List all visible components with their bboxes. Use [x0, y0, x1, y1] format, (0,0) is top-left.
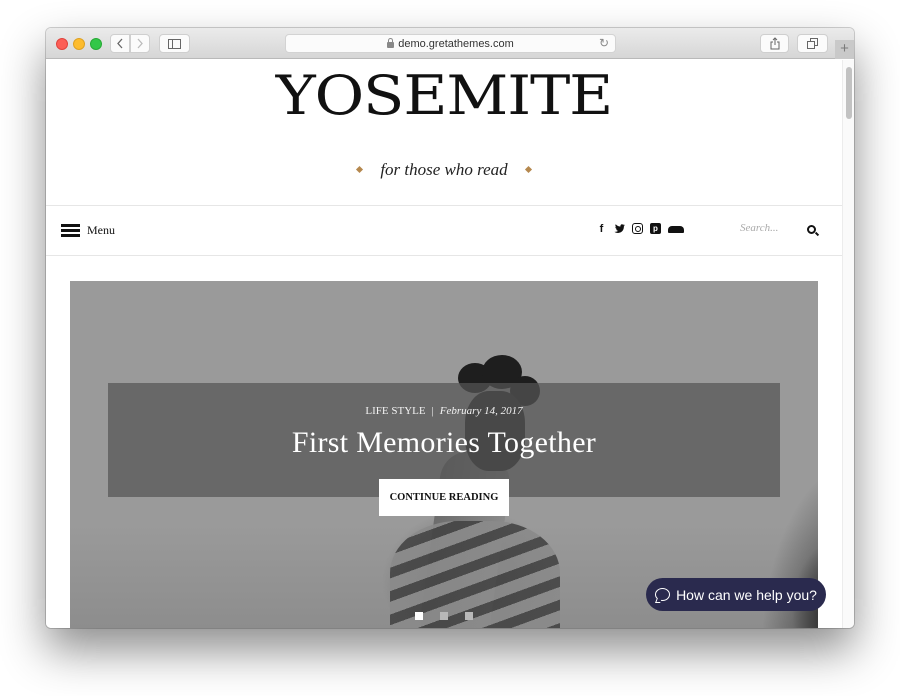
menu-label[interactable]: Menu — [87, 223, 115, 238]
site-title[interactable]: YOSEMITE — [46, 64, 842, 127]
pinterest-icon[interactable]: p — [650, 223, 661, 234]
facebook-icon[interactable]: f — [596, 223, 607, 235]
tabs-icon — [807, 38, 818, 49]
search-icon[interactable] — [807, 225, 816, 234]
slider-pagination — [415, 612, 473, 620]
maximize-window-button[interactable] — [90, 38, 102, 50]
minimize-window-button[interactable] — [73, 38, 85, 50]
scrollbar-thumb[interactable] — [846, 67, 852, 119]
twitter-icon[interactable] — [614, 223, 625, 234]
address-text: demo.gretathemes.com — [398, 37, 514, 50]
slide-dot-3[interactable] — [465, 612, 473, 620]
slide-dot-2[interactable] — [440, 612, 448, 620]
browser-toolbar: demo.gretathemes.com ↻ + — [46, 28, 854, 59]
back-button[interactable] — [110, 34, 130, 53]
site-tagline: for those who read — [46, 160, 842, 180]
web-page: YOSEMITE for those who read Menu f p Sea… — [46, 60, 842, 628]
lock-icon — [387, 38, 395, 48]
share-button[interactable] — [760, 34, 789, 53]
featured-slider: LIFE STYLE | February 14, 2017 First Memor… — [70, 281, 818, 628]
help-chat-label: How can we help you? — [676, 586, 817, 603]
chevron-left-icon — [117, 38, 123, 49]
show-tabs-button[interactable] — [797, 34, 828, 53]
page-scrollbar[interactable] — [842, 60, 854, 628]
continue-reading-button[interactable]: CONTINUE READING — [379, 479, 509, 516]
slide-dot-1[interactable] — [415, 612, 423, 620]
sidebar-icon — [168, 38, 181, 49]
search-input[interactable] — [740, 222, 800, 234]
chat-bubble-icon — [655, 588, 671, 601]
post-date: February 14, 2017 — [439, 405, 523, 417]
help-chat-button[interactable]: How can we help you? — [646, 578, 826, 611]
social-links: f p — [596, 223, 684, 235]
post-meta: LIFE STYLE | February 14, 2017 — [70, 405, 818, 417]
new-tab-button[interactable]: + — [835, 40, 854, 59]
share-icon — [770, 37, 779, 50]
address-bar[interactable]: demo.gretathemes.com ↻ — [285, 34, 616, 53]
instagram-icon[interactable] — [632, 223, 643, 234]
sidebar-toggle-button[interactable] — [159, 34, 190, 53]
close-window-button[interactable] — [56, 38, 68, 50]
reload-icon[interactable]: ↻ — [599, 36, 609, 50]
post-category[interactable]: LIFE STYLE — [365, 405, 425, 417]
tagline-text: for those who read — [380, 160, 508, 179]
soundcloud-icon[interactable] — [668, 226, 684, 233]
forward-button[interactable] — [130, 34, 150, 53]
hamburger-menu-icon[interactable] — [61, 224, 80, 237]
diamond-icon — [524, 166, 532, 174]
main-navbar: Menu f p — [46, 205, 842, 256]
chevron-right-icon — [137, 38, 143, 49]
post-title[interactable]: First Memories Together — [70, 426, 818, 460]
browser-window: demo.gretathemes.com ↻ + YOSEMITE for th… — [46, 28, 854, 628]
meta-separator: | — [431, 405, 434, 417]
diamond-icon — [356, 166, 364, 174]
